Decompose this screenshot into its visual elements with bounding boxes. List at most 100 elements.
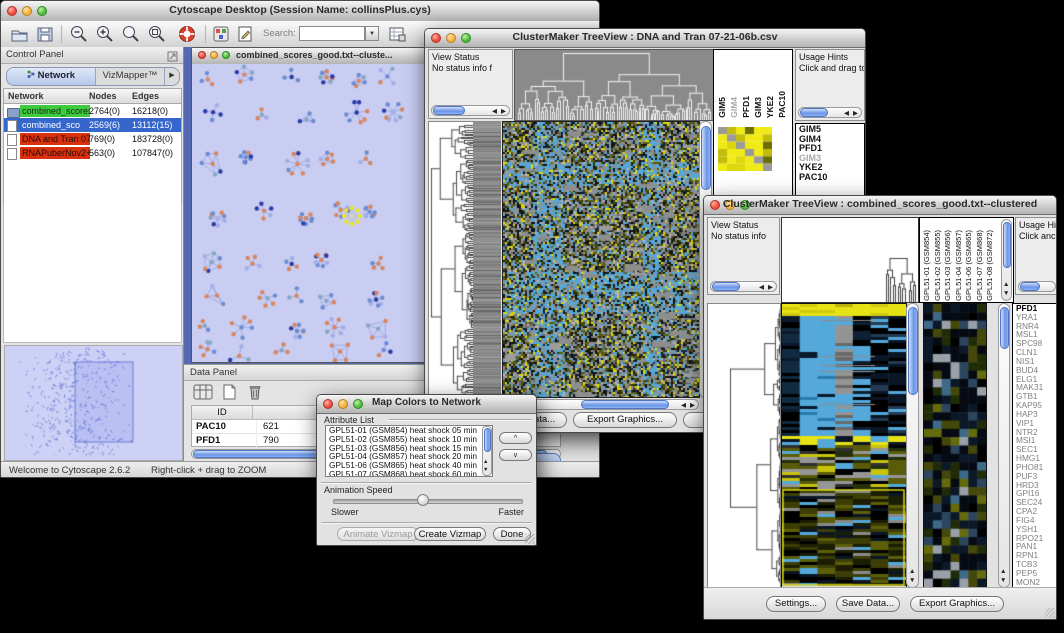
float-panel-icon[interactable] bbox=[167, 49, 178, 67]
tv2-column-label: GPL51-03 (GSM856) bbox=[943, 230, 954, 301]
status-welcome: Welcome to Cytoscape 2.6.2 bbox=[9, 465, 130, 476]
attribute-items: GPL51-01 (GSM854) heat shock 05 minGPL51… bbox=[326, 426, 482, 477]
zoom-fit-icon[interactable] bbox=[147, 24, 167, 49]
search-input[interactable] bbox=[299, 26, 365, 41]
tv1-status-hscrollbar[interactable]: ◀▶ bbox=[431, 105, 510, 116]
tv1-row-label-strip[interactable] bbox=[473, 121, 501, 396]
tv2-row-dendrogram[interactable] bbox=[707, 303, 781, 588]
animate-vizmap-button[interactable]: Animate Vizmap bbox=[337, 527, 419, 541]
attribute-list-label: Attribute List bbox=[324, 415, 374, 425]
attribute-table-icon[interactable] bbox=[387, 24, 407, 49]
treeview2-titlebar[interactable]: ClusterMaker TreeView : combined_scores_… bbox=[704, 196, 1056, 215]
network-row[interactable]: DNA and Tran 07769(0)183728(0) bbox=[4, 132, 181, 146]
birds-eye-view[interactable] bbox=[4, 345, 183, 461]
search-dropdown-button[interactable]: ▼ bbox=[365, 26, 379, 41]
network-table-header[interactable]: Network Nodes Edges bbox=[4, 89, 181, 104]
tab-network[interactable]: Network bbox=[7, 68, 96, 85]
gene-label: SEC1 bbox=[1013, 445, 1057, 454]
zoom-selected-icon[interactable] bbox=[121, 24, 141, 49]
gene-label: KAP95 bbox=[1013, 401, 1057, 410]
tv1-summary-heatmap[interactable] bbox=[718, 127, 772, 171]
tv1-hints-hscrollbar[interactable]: ◀▶ bbox=[798, 107, 862, 118]
tv1-row-labels-panel: GIM5GIM4PFD1GIM3YKE2PAC10 bbox=[795, 123, 865, 197]
new-attribute-icon[interactable] bbox=[218, 383, 240, 406]
network-edges: 183728(0) bbox=[132, 132, 173, 146]
tv1-view-status-panel: View Status No status info f ◀▶ bbox=[428, 49, 513, 119]
attribute-list-vscrollbar[interactable]: ▲▼ bbox=[482, 426, 492, 476]
annotation-icon[interactable] bbox=[235, 24, 255, 49]
gene-label: YRA1 bbox=[1013, 313, 1057, 322]
gene-label: NTR2 bbox=[1013, 428, 1057, 437]
save-icon[interactable] bbox=[35, 24, 55, 49]
vizmapper-icon[interactable] bbox=[211, 24, 231, 49]
resize-grip[interactable] bbox=[525, 534, 535, 544]
tv2-save-data-button[interactable]: Save Data... bbox=[836, 596, 900, 612]
tv2-gene-vscrollbar[interactable]: ▲▼ bbox=[998, 303, 1010, 588]
attribute-item[interactable]: GPL51-07 (GSM868) heat shock 60 min bbox=[326, 470, 482, 477]
resize-grip[interactable] bbox=[1045, 608, 1055, 618]
folder-icon bbox=[7, 108, 20, 118]
network-row[interactable]: combined_sco2569(6)13112(15) bbox=[4, 118, 181, 132]
network-row[interactable]: combined_scores2764(0)16218(0) bbox=[4, 104, 181, 118]
tv1-row-dendrogram[interactable] bbox=[428, 121, 474, 398]
tv2-collabel-vscrollbar[interactable]: ▲▼ bbox=[1001, 219, 1012, 301]
tv2-export-graphics-button[interactable]: Export Graphics... bbox=[910, 596, 1004, 612]
tv1-row-labels: GIM5GIM4PFD1GIM3YKE2PAC10 bbox=[796, 124, 864, 183]
data-panel-title: Data Panel bbox=[190, 367, 237, 378]
tv2-settings-button[interactable]: Settings... bbox=[766, 596, 826, 612]
tv2-column-label: GPL51-07 (GSM868) bbox=[975, 230, 986, 301]
gene-label: VIP1 bbox=[1013, 419, 1057, 428]
tab-overflow-arrow[interactable]: ▶ bbox=[165, 68, 179, 85]
tv2-vscrollbar[interactable]: ▲▼ bbox=[906, 303, 919, 588]
gene-label: CLN1 bbox=[1013, 348, 1057, 357]
gene-label: GPI16 bbox=[1013, 489, 1057, 498]
close-button[interactable] bbox=[198, 51, 206, 59]
tv1-export-graphics-button[interactable]: Export Graphics... bbox=[573, 412, 677, 428]
tv1-usage-hints-line1: Usage Hints bbox=[799, 52, 861, 63]
tv1-column-dendrogram[interactable] bbox=[514, 49, 714, 121]
treeview1-titlebar[interactable]: ClusterMaker TreeView : DNA and Tran 07-… bbox=[425, 29, 865, 48]
minimize-button[interactable] bbox=[210, 51, 218, 59]
main-window-title: Cytoscape Desktop (Session Name: collins… bbox=[1, 4, 599, 16]
network-canvas[interactable] bbox=[192, 64, 426, 362]
dialog-titlebar[interactable]: Map Colors to Network bbox=[317, 395, 536, 414]
tv2-status-hscrollbar[interactable]: ◀▶ bbox=[710, 281, 777, 292]
help-ring-icon[interactable] bbox=[177, 24, 197, 49]
attribute-item[interactable]: GPL51-06 (GSM865) heat shock 40 min bbox=[326, 461, 482, 470]
gene-label: TCB3 bbox=[1013, 560, 1057, 569]
gene-label: MSI1 bbox=[1013, 436, 1057, 445]
trash-icon[interactable] bbox=[244, 383, 266, 406]
zoom-button[interactable] bbox=[222, 51, 230, 59]
tv2-hints-hscrollbar[interactable] bbox=[1018, 281, 1056, 292]
open-folder-icon[interactable] bbox=[9, 24, 29, 49]
tv1-column-labels: GIM5GIM4PFD1GIM3YKE2PAC10 bbox=[716, 52, 788, 118]
table-select-icon[interactable] bbox=[192, 383, 214, 406]
attribute-down-button[interactable]: v bbox=[499, 449, 532, 461]
tv2-heatmap[interactable] bbox=[781, 303, 907, 588]
network-row[interactable]: RNAPuberNov2+|563(0)107847(0) bbox=[4, 146, 181, 160]
attribute-item[interactable]: GPL51-04 (GSM857) heat shock 20 min bbox=[326, 452, 482, 461]
gene-label: CPA2 bbox=[1013, 507, 1057, 516]
attribute-up-button[interactable]: ^ bbox=[499, 432, 532, 444]
tv2-gene-summary-heatmap[interactable] bbox=[923, 303, 987, 588]
attribute-list[interactable]: GPL51-01 (GSM854) heat shock 05 minGPL51… bbox=[325, 425, 493, 477]
tv2-column-label: GPL51-08 (GSM872) bbox=[985, 230, 996, 301]
attribute-item[interactable]: GPL51-03 (GSM856) heat shock 15 min bbox=[326, 444, 482, 453]
tv1-column-label: GIM3 bbox=[752, 97, 764, 118]
col-network: Network bbox=[8, 89, 44, 103]
gene-label: PFD1 bbox=[1013, 304, 1057, 313]
animation-slider-thumb[interactable] bbox=[417, 494, 429, 506]
tv1-heatmap[interactable] bbox=[502, 121, 700, 398]
gene-label: YSH1 bbox=[1013, 525, 1057, 534]
main-titlebar[interactable]: Cytoscape Desktop (Session Name: collins… bbox=[1, 1, 599, 22]
tab-vizmapper[interactable]: VizMapper™ bbox=[96, 68, 165, 85]
zoom-in-icon[interactable] bbox=[95, 24, 115, 49]
create-vizmap-button[interactable]: Create Vizmap bbox=[414, 527, 486, 541]
attribute-item[interactable]: GPL51-02 (GSM855) heat shock 10 min bbox=[326, 435, 482, 444]
tv2-column-dendrogram[interactable] bbox=[781, 217, 919, 303]
gene-label: HAP3 bbox=[1013, 410, 1057, 419]
zoom-out-icon[interactable] bbox=[69, 24, 89, 49]
toolbar-divider bbox=[61, 25, 62, 43]
tv1-view-status-line2: No status info f bbox=[432, 63, 509, 74]
attribute-item[interactable]: GPL51-01 (GSM854) heat shock 05 min bbox=[326, 426, 482, 435]
